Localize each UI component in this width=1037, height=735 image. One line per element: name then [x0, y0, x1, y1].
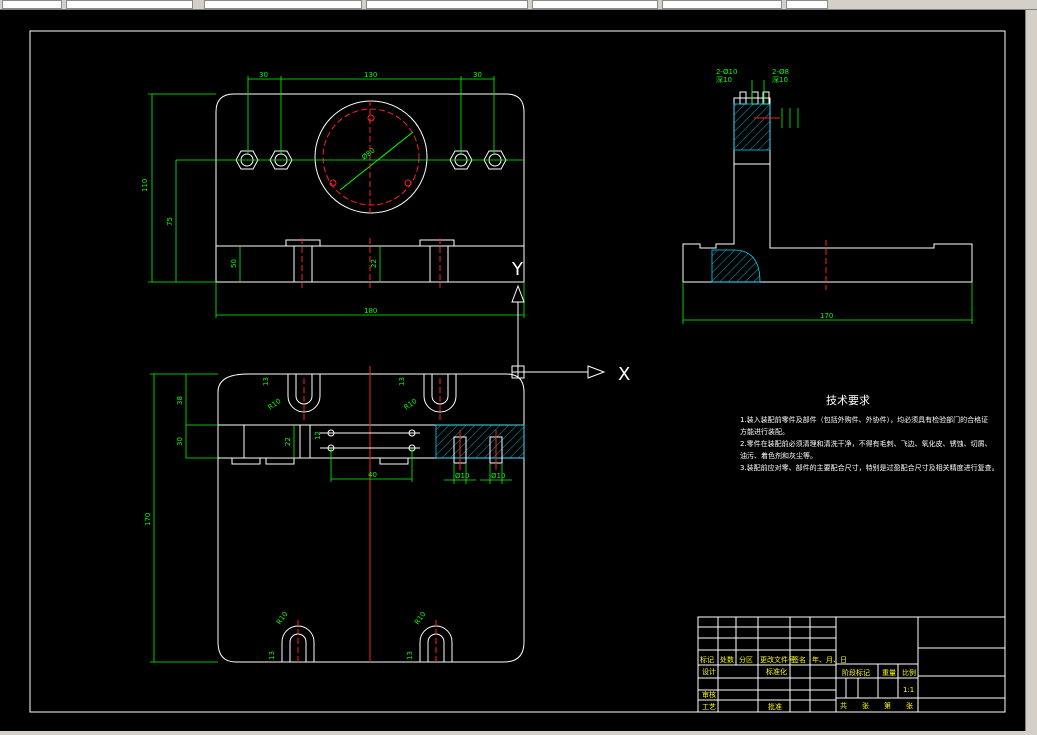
tech-req-line-1: 1.装入装配前零件及部件（包括外购件、外协件），均必须具有检验部门的合格证: [740, 415, 988, 424]
tb-weight: 重量: [882, 669, 896, 677]
dim-radius-bottom-left: R10: [275, 610, 289, 626]
tech-req-title: 技术要求: [826, 394, 870, 407]
dim-hole-spacing: 40: [368, 471, 377, 479]
dim-radius-bottom-right: R10: [413, 610, 427, 626]
tb-sheets-total: 共: [840, 701, 847, 710]
tb-design: 设计: [702, 667, 716, 676]
title-block: 标记 处数 分区 更改文件号 签名 年、月、日 设计 标准化 审核 工艺 批准 …: [697, 616, 1006, 713]
dim-side-width: 170: [820, 312, 833, 320]
tb-sheets-unit-2: 张: [906, 701, 913, 710]
dim-bottom-f-right: 13: [406, 651, 414, 660]
tb-label-sign: 签名: [792, 655, 806, 664]
tech-requirements: 技术要求 1.装入装配前零件及部件（包括外购件、外协件），均必须具有检验部门的合…: [740, 394, 999, 472]
dim-top-right: 30: [473, 71, 482, 79]
dim-height-small-mid: 22: [370, 259, 378, 268]
side-note-left: 2-Ø10: [716, 68, 737, 76]
tb-label-mark: 标记: [700, 655, 714, 664]
tb-scale: 比例: [902, 668, 916, 677]
tb-stage-mark: 阶段标记: [842, 668, 870, 677]
side-hatch-top: [733, 103, 771, 151]
ucs-y-label: Y: [511, 259, 524, 280]
tech-req-line-4: 油污、着色剂和灰尘等。: [740, 451, 817, 460]
dim-bottom-f-left: 13: [268, 651, 276, 660]
tb-approve: 批准: [768, 702, 782, 711]
dim-top-b: 30: [176, 437, 184, 446]
side-hatch-bottom: [711, 249, 761, 283]
side-note-right: 2-Ø8: [772, 68, 789, 76]
tech-req-line-3: 2.零件在装配前必须清理和清洗干净，不得有毛刺、飞边、氧化皮、锈蚀、切屑、: [740, 439, 992, 448]
top-body-outline: [217, 373, 525, 663]
dim-height-total: 110: [141, 179, 149, 192]
dim-top-f: 13: [262, 377, 270, 386]
tb-review: 审核: [702, 690, 716, 699]
tech-req-line-5: 3.装配前应对零、部件的主要配合尺寸，特别是过盈配合尺寸及相关精度进行复查。: [740, 463, 999, 472]
dim-top-c: 22: [284, 437, 292, 446]
dim-radius-right: R10: [403, 397, 419, 411]
tb-label-date: 年、月、日: [812, 655, 847, 664]
tb-scale-value: 1:1: [903, 686, 914, 694]
top-view: 40 Ø10 Ø10 170 38 30 22 12 13 13 R10 R10…: [144, 366, 525, 663]
vertical-scrollbar[interactable]: [1025, 10, 1037, 731]
tb-label-zone: 分区: [739, 655, 753, 664]
tb-label-change-doc: 更改文件号: [760, 655, 795, 664]
dim-top-height: 170: [144, 513, 152, 526]
dim-top-left: 30: [259, 71, 268, 79]
ucs-x-label: X: [618, 364, 630, 385]
side-note-left-2: 深10: [716, 75, 732, 84]
tb-sheets-unit-1: 张: [862, 701, 869, 710]
top-hatch-section: [435, 424, 525, 459]
ucs-icon: Y X: [511, 259, 630, 385]
dim-height-small-left: 50: [230, 259, 238, 268]
tb-label-count: 处数: [720, 655, 734, 664]
dim-height-mid: 75: [166, 217, 174, 226]
dim-top-center: 130: [364, 71, 377, 79]
dim-top-a: 38: [176, 396, 184, 405]
tech-req-line-2: 方能进行装配。: [740, 427, 789, 436]
dim-radius-left: R10: [267, 397, 283, 411]
dim-front-width: 180: [364, 307, 377, 315]
tb-sheets-no: 第: [884, 701, 891, 710]
dim-hole-a: Ø10: [455, 472, 469, 480]
side-note-right-2: 深10: [772, 75, 788, 84]
front-view: Ø80 30 130 30 110 75 50 22 180: [141, 71, 525, 318]
dim-top-f-right: 13: [398, 377, 406, 386]
dim-bore-diameter: Ø80: [360, 146, 376, 161]
tb-standard: 标准化: [766, 667, 787, 676]
side-view: 2-Ø10 深10 2-Ø8 深10 170: [682, 68, 973, 324]
cad-drawing: Ø80 30 130 30 110 75 50 22 180 Y X 2-Ø10…: [29, 30, 1006, 713]
dim-top-e: 12: [314, 431, 322, 440]
front-body-outline: [215, 93, 525, 246]
horizontal-scrollbar[interactable]: [0, 731, 1037, 735]
dim-hole-b: Ø10: [491, 472, 505, 480]
tb-process: 工艺: [702, 703, 716, 711]
